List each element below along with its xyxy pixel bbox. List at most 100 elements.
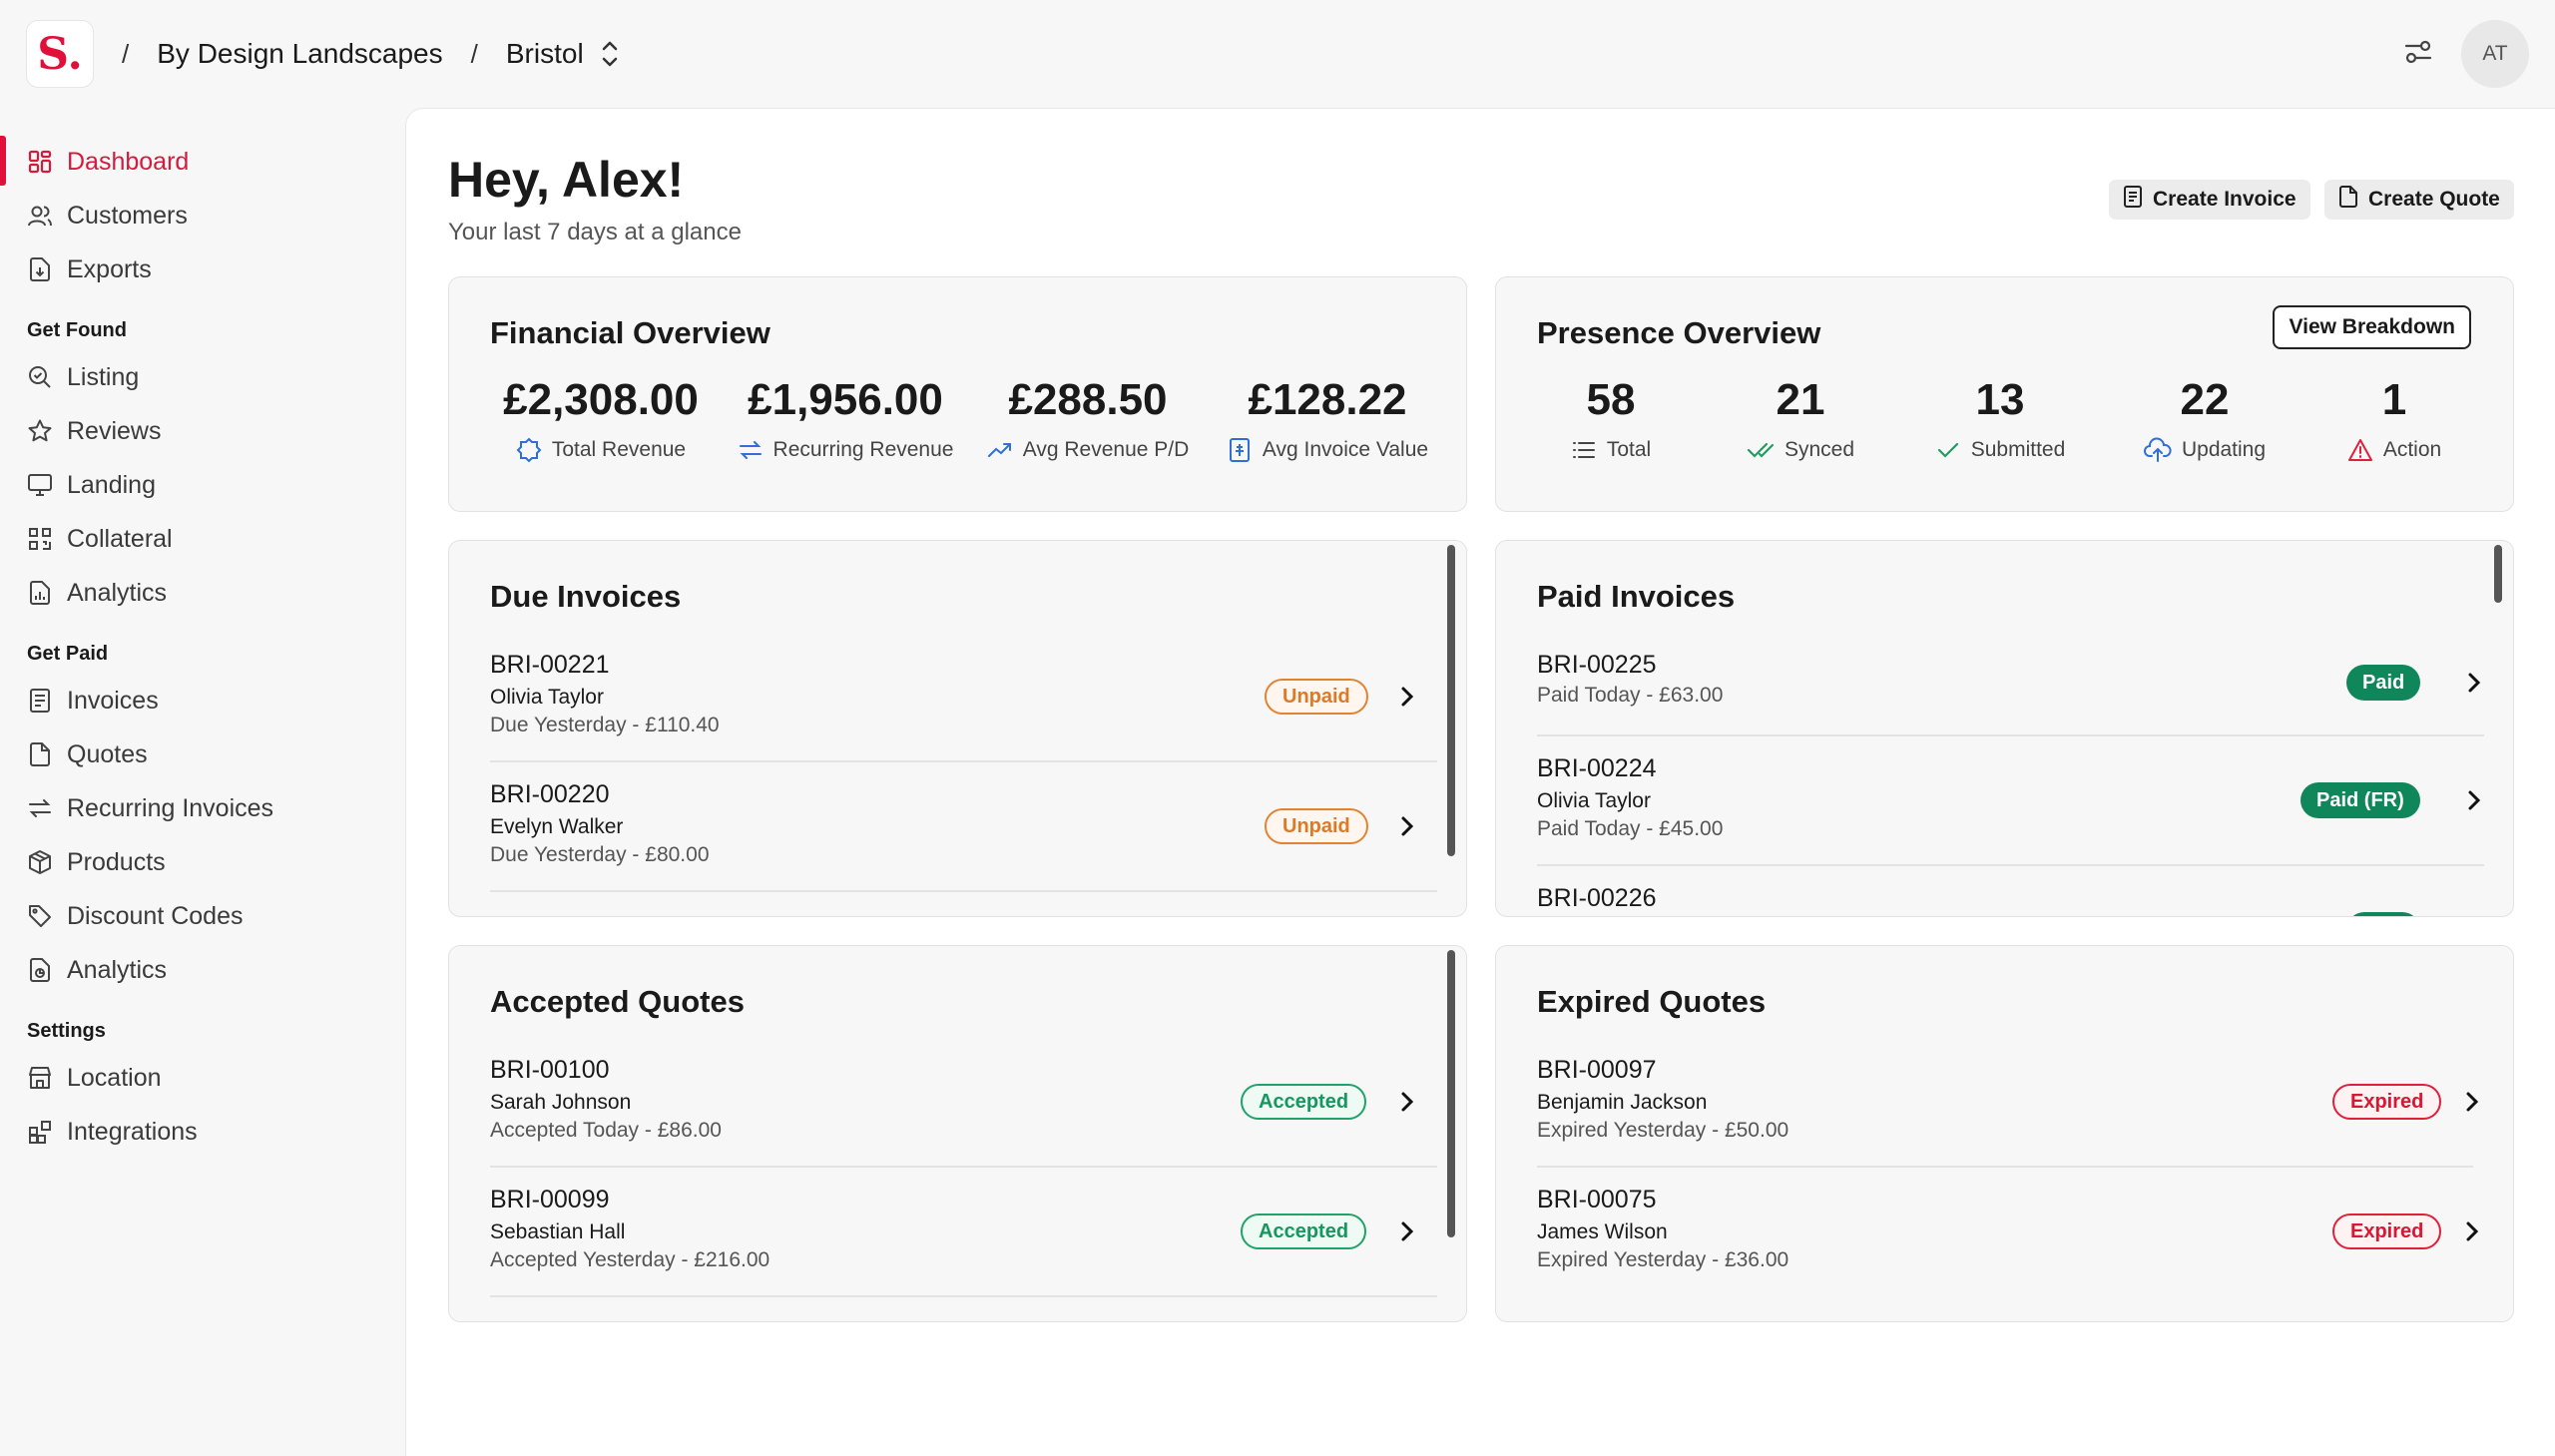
create-invoice-button[interactable]: Create Invoice [2109,180,2310,220]
breadcrumb-location[interactable]: Bristol [506,38,584,70]
sidebar-item-location[interactable]: Location [27,1058,162,1098]
stat-value: £1,956.00 [748,375,943,424]
list-item[interactable]: BRI-00099 Sebastian Hall Accepted Yester… [490,1186,769,1272]
store-icon [27,1065,53,1091]
list-item[interactable]: BRI-00075 James Wilson Expired Yesterday… [1537,1186,1788,1272]
sidebar-item-label: Products [67,847,166,876]
chevron-right-icon[interactable] [2464,1219,2480,1243]
sidebar-item-landing[interactable]: Landing [27,465,156,505]
sidebar-item-analytics-found[interactable]: Analytics [27,573,167,613]
list-icon [1572,442,1595,458]
stat-total: 58 Total [1536,375,1686,468]
sidebar-item-collateral[interactable]: Collateral [27,519,173,559]
chevron-right-icon[interactable] [2464,1090,2480,1114]
list-item[interactable]: BRI-00097 Benjamin Jackson Expired Yeste… [1537,1056,1788,1143]
create-quote-label: Create Quote [2368,188,2500,211]
stat-value: 13 [1975,375,2025,424]
financial-overview-card: Financial Overview £2,308.00 Total Reven… [448,276,1467,512]
list-item[interactable]: BRI-00100 Sarah Johnson Accepted Today -… [490,1056,722,1143]
stat-value: £128.22 [1248,375,1407,424]
stat-avg-invoice-value: £128.22 Avg Invoice Value [1213,375,1442,468]
create-quote-button[interactable]: Create Quote [2324,180,2514,220]
sidebar-item-label: Location [67,1063,162,1092]
list-item[interactable]: BRI-00226 [1537,884,1657,913]
section-get-found: Get Found [27,319,127,341]
chevron-right-icon[interactable] [2466,788,2482,812]
stat-value: 21 [1776,375,1825,424]
card-title: Expired Quotes [1537,984,1767,1019]
stat-label: Total [1571,437,1651,463]
card-title: Financial Overview [490,315,770,350]
settings-sliders-icon[interactable] [2403,37,2433,72]
section-get-paid: Get Paid [27,643,109,665]
analytics-icon [27,957,53,983]
sidebar-item-reviews[interactable]: Reviews [27,411,161,451]
sidebar-item-integrations[interactable]: Integrations [27,1112,198,1152]
stat-label: Avg Invoice Value [1227,437,1428,463]
breadcrumb-separator: / [470,38,478,69]
card-title: Presence Overview [1537,315,1821,350]
list-item[interactable]: BRI-00225 Paid Today - £63.00 [1537,651,1723,708]
sidebar: Dashboard Customers Exports Get Found Li… [0,108,405,1456]
sidebar-item-label: Analytics [67,955,168,984]
sidebar-item-label: Analytics [67,578,168,607]
invoice-icon [27,688,53,714]
sidebar-item-label: Reviews [67,416,162,445]
user-avatar[interactable]: AT [2461,20,2529,88]
divider [1537,864,2484,866]
stat-label: Avg Revenue P/D [987,437,1189,463]
status-badge: Expired [2332,1084,2442,1120]
chevron-right-icon[interactable] [1399,685,1415,709]
scrollbar[interactable] [1447,545,1455,856]
due-invoices-card: Due Invoices BRI-00221 Olivia Taylor Due… [448,540,1467,917]
paid-invoices-card: Paid Invoices BRI-00225 Paid Today - £63… [1495,540,2514,917]
sidebar-item-analytics-paid[interactable]: Analytics [27,950,167,990]
stat-label: Updating [2144,437,2266,463]
create-invoice-label: Create Invoice [2153,188,2297,211]
card-title: Paid Invoices [1537,579,1736,614]
chevron-right-icon[interactable] [1399,814,1415,838]
file-export-icon [27,256,53,282]
list-item[interactable]: BRI-00221 Olivia Taylor Due Yesterday - … [490,651,720,737]
presence-overview-card: Presence Overview View Breakdown 58 Tota… [1495,276,2514,512]
scrollbar[interactable] [2494,545,2502,603]
sidebar-item-invoices[interactable]: Invoices [27,681,159,721]
chevrons-up-down-icon[interactable] [598,38,622,70]
scrollbar[interactable] [1447,950,1455,1237]
sidebar-item-customers[interactable]: Customers [27,196,188,236]
sidebar-item-label: Discount Codes [67,901,244,930]
sidebar-item-discount-codes[interactable]: Discount Codes [27,896,243,936]
dashboard-icon [27,149,53,175]
stat-synced: 21 Synced [1726,375,1875,468]
status-badge: Paid (FR) [2300,782,2420,818]
sidebar-item-dashboard[interactable]: Dashboard [27,142,189,182]
brand-logo[interactable]: S. [26,20,94,88]
package-icon [27,849,53,875]
recurring-icon [27,795,53,821]
warning-icon [2347,439,2372,461]
users-icon [27,203,53,229]
stat-total-revenue: £2,308.00 Total Revenue [491,375,711,468]
chevron-right-icon[interactable] [2466,671,2482,695]
active-indicator [0,136,6,186]
sidebar-item-label: Recurring Invoices [67,793,274,822]
status-badge: Paid [2346,665,2421,701]
chevron-right-icon[interactable] [1399,1219,1415,1243]
list-item[interactable]: BRI-00220 Evelyn Walker Due Yesterday - … [490,780,710,867]
sidebar-item-exports[interactable]: Exports [27,249,152,289]
divider [490,890,1437,892]
stat-value: 22 [2180,375,2230,424]
view-breakdown-button[interactable]: View Breakdown [2273,305,2471,349]
sidebar-item-label: Integrations [67,1117,198,1146]
sidebar-item-quotes[interactable]: Quotes [27,734,148,774]
card-title: Accepted Quotes [490,984,745,1019]
divider [490,1295,1437,1297]
breadcrumb-business[interactable]: By Design Landscapes [157,38,442,70]
chevron-right-icon[interactable] [1399,1090,1415,1114]
sidebar-item-recurring-invoices[interactable]: Recurring Invoices [27,788,273,828]
quote-file-icon [27,741,53,767]
search-check-icon [27,364,53,390]
sidebar-item-listing[interactable]: Listing [27,357,139,397]
sidebar-item-products[interactable]: Products [27,842,166,882]
list-item[interactable]: BRI-00224 Olivia Taylor Paid Today - £45… [1537,754,1723,841]
